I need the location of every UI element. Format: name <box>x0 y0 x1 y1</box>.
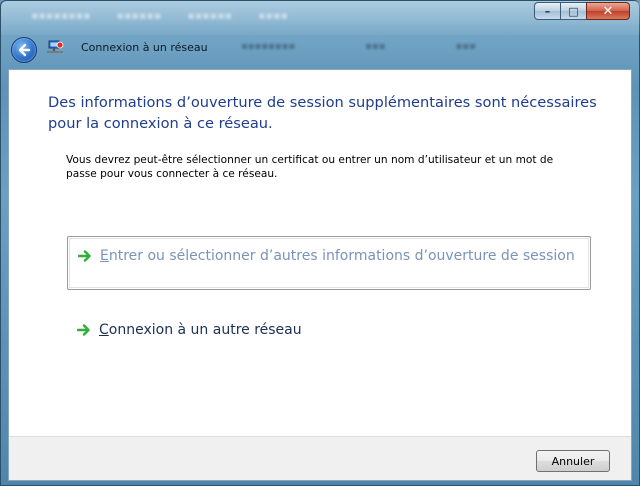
enter-credentials-link[interactable]: Entrer ou sélectionner d’autres informat… <box>67 236 591 290</box>
access-key: E <box>100 248 109 264</box>
maximize-icon: □ <box>568 4 579 18</box>
description-text: Vous devrez peut-être sélectionner un ce… <box>66 154 554 180</box>
connect-other-network-link[interactable]: Connexion à un autre réseau <box>77 322 302 338</box>
access-key: C <box>99 322 109 338</box>
back-arrow-icon <box>18 43 31 57</box>
enter-credentials-label: Entrer ou sélectionner d’autres informat… <box>100 248 575 264</box>
background-columns-ghost: ▪▪▪▪▪▪▪▪ ▪▪▪ ▪▪▪ <box>241 41 476 52</box>
green-arrow-icon <box>78 250 91 262</box>
minimize-icon: – <box>544 4 551 18</box>
dialog-content: Des informations d’ouverture de session … <box>8 69 632 481</box>
label-rest: ntrer ou sélectionner d’autres informati… <box>108 248 575 264</box>
caption-buttons: – □ ✕ <box>534 2 630 20</box>
background-window-ghost: ▪▪▪▪▪▪▪▪ ▪▪▪▪▪▪ ▪▪▪▪▪▪ ▪▪▪▪ <box>31 9 288 22</box>
back-button[interactable] <box>11 37 37 63</box>
maximize-button[interactable]: □ <box>560 2 586 20</box>
window-frame: ▪▪▪▪▪▪▪▪ ▪▪▪▪▪▪ ▪▪▪▪▪▪ ▪▪▪▪ ▪▪▪▪▪▪▪▪ ▪▪▪ ▪▪▪ … <box>0 0 640 486</box>
dialog-footer: Annuler <box>9 436 631 480</box>
close-icon: ✕ <box>602 3 614 19</box>
cancel-button[interactable]: Annuler <box>536 450 610 472</box>
connect-other-network-label: Connexion à un autre réseau <box>99 322 302 338</box>
minimize-button[interactable]: – <box>534 2 560 20</box>
network-icon <box>47 40 64 53</box>
label-rest: onnexion à un autre réseau <box>108 322 302 338</box>
window-title: Connexion à un réseau <box>81 41 208 54</box>
main-instruction: Des informations d’ouverture de session … <box>48 94 597 132</box>
close-button[interactable]: ✕ <box>586 2 630 20</box>
green-arrow-icon <box>77 324 90 336</box>
